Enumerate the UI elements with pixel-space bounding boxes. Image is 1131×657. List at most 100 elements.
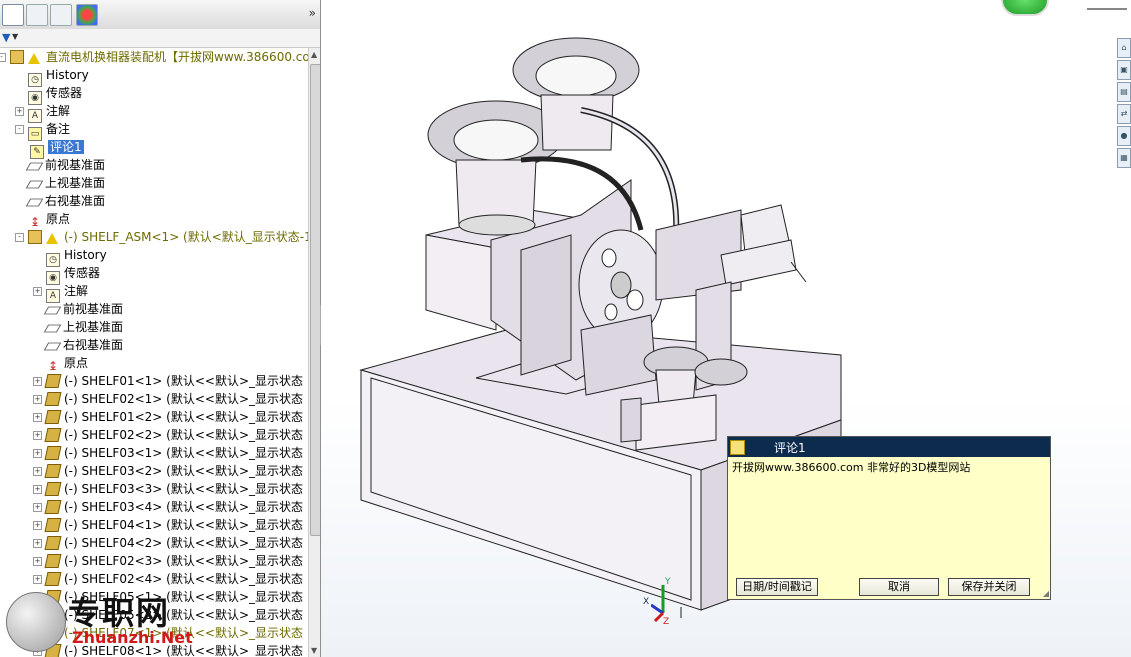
- expand-icon[interactable]: +: [33, 485, 42, 494]
- datetime-stamp-button[interactable]: 日期/时间戳记: [736, 578, 818, 596]
- configuration-manager-icon[interactable]: [50, 4, 72, 26]
- tree-item[interactable]: + (-) SHELF03<4> (默认<<默认>_显示状态 1>): [33, 498, 320, 516]
- panel-expand-icon[interactable]: »: [309, 6, 316, 20]
- tree-item[interactable]: 前视基准面: [43, 300, 123, 318]
- tree-item-label: (-) SHELF02<2> (默认<<默认>_显示状态 1>): [64, 428, 321, 442]
- tree-item[interactable]: + A 注解: [33, 282, 88, 303]
- tree-item-label: (-) SHELF04<1> (默认<<默认>_显示状态 1>): [64, 518, 321, 532]
- tree-item-label: 评论1: [48, 140, 84, 154]
- tree-item[interactable]: ◷ History: [46, 246, 107, 267]
- tree-item[interactable]: + (-) SHELF02<1> (默认<<默认>_显示状态 1>): [33, 390, 320, 408]
- tree-item-label: 前视基准面: [45, 158, 106, 172]
- small-bowl-2-rim: [694, 358, 748, 386]
- expand-icon[interactable]: +: [33, 503, 42, 512]
- warning-icon: [28, 53, 40, 64]
- tree-item[interactable]: 右视基准面: [43, 336, 124, 354]
- tree-item[interactable]: + (-) SHELF02<2> (默认<<默认>_显示状态 1>): [33, 426, 321, 444]
- tree-item[interactable]: ◷ History: [28, 66, 89, 87]
- collapse-icon[interactable]: -: [0, 53, 6, 62]
- feature-tree: - 直流电机换相器装配机【开拔网www.386600.com】 ◷ History ◉ 传…: [0, 48, 320, 657]
- expand-icon[interactable]: +: [33, 449, 42, 458]
- expand-icon[interactable]: +: [33, 539, 42, 548]
- tree-item[interactable]: ↨ 原点: [46, 354, 88, 372]
- stand-post: [620, 397, 642, 443]
- tree-item-label: 右视基准面: [63, 338, 124, 352]
- bowl-left-inner: [453, 119, 539, 161]
- tree-item-label: 上视基准面: [45, 176, 106, 190]
- tree-item-label: 注解: [46, 104, 71, 118]
- tree-item[interactable]: 前视基准面: [25, 156, 106, 174]
- tree-item[interactable]: ✎ 评论1: [30, 138, 84, 159]
- expand-icon[interactable]: +: [33, 467, 42, 476]
- tree-item[interactable]: ◉ 传感器: [46, 264, 101, 285]
- part-icon: [44, 446, 62, 460]
- tree-item[interactable]: + (-) SHELF04<2> (默认<<默认>_显示状态 1>): [33, 534, 321, 552]
- tree-item[interactable]: + (-) SHELF03<1> (默认<<默认>_显示状态 1>): [33, 444, 320, 462]
- tree-item[interactable]: + (-) SHELF01<2> (默认<<默认>_显示状态 1>): [33, 408, 320, 426]
- tree-item[interactable]: - (-) SHELF_ASM<1> (默认<默认_显示状态-1>): [15, 228, 321, 246]
- watermark-logo-icon: [6, 592, 66, 652]
- tree-item[interactable]: + (-) SHELF01<1> (默认<<默认>_显示状态 1>): [33, 372, 320, 390]
- tree-item[interactable]: 右视基准面: [25, 192, 105, 210]
- part-icon: [44, 500, 62, 514]
- expand-icon[interactable]: +: [33, 521, 42, 530]
- tree-item[interactable]: 上视基准面: [43, 318, 123, 336]
- display-manager-icon[interactable]: [76, 4, 98, 26]
- tree-item[interactable]: + (-) SHELF02<3> (默认<<默认>_显示状态 1>): [33, 552, 320, 570]
- expand-icon[interactable]: +: [33, 395, 42, 404]
- expand-icon[interactable]: +: [33, 413, 42, 422]
- tree-item[interactable]: - 直流电机换相器装配机【开拔网www.386600.com】: [0, 48, 321, 66]
- scroll-up-icon[interactable]: ▲: [311, 50, 317, 59]
- plane-icon: [43, 306, 62, 315]
- scroll-down-icon[interactable]: ▼: [311, 646, 317, 655]
- tree-item[interactable]: + (-) SHELF03<3> (默认<<默认>_显示状态 1>): [33, 480, 320, 498]
- tree-item-label: 传感器: [64, 266, 101, 280]
- resize-grip-icon[interactable]: ◢: [1043, 589, 1049, 598]
- triad-axes: Y X Z: [643, 575, 691, 628]
- tree-item-label: (-) SHELF_ASM<1> (默认<默认_显示状态-1>): [64, 230, 321, 244]
- watermark: 专职网 Zhuanzhi.Net: [6, 592, 206, 657]
- tree-item[interactable]: + (-) SHELF03<2> (默认<<默认>_显示状态 1>): [33, 462, 320, 480]
- tree-item[interactable]: ◉ 传感器: [28, 84, 82, 105]
- property-manager-icon[interactable]: [26, 4, 48, 26]
- feature-manager-icon[interactable]: [2, 4, 24, 26]
- expand-icon[interactable]: +: [33, 377, 42, 386]
- x-axis-label: X: [643, 597, 650, 607]
- expand-icon[interactable]: +: [33, 575, 42, 584]
- part-icon: [44, 572, 62, 586]
- expand-icon[interactable]: +: [15, 107, 24, 116]
- tree-scrollbar[interactable]: ▲ ▼: [308, 48, 320, 657]
- tree-item-label: 直流电机换相器装配机【开拔网www.386600.com】: [46, 50, 321, 64]
- feature-manager-panel: » ▼ ▼ - 直流电机换相器装配机【开拔网www.386600.com】 ◷ His…: [0, 0, 321, 657]
- comment-header[interactable]: 评论1: [728, 437, 1050, 457]
- plane-icon: [25, 180, 44, 189]
- expand-icon[interactable]: +: [33, 557, 42, 566]
- save-and-close-button[interactable]: 保存并关闭: [948, 578, 1030, 596]
- comment-text-field[interactable]: 开拔网www.386600.com 非常好的3D模型网站: [732, 459, 970, 475]
- tree-item[interactable]: ↨ 原点: [28, 210, 70, 228]
- tree-item[interactable]: + (-) SHELF04<1> (默认<<默认>_显示状态 1>): [33, 516, 321, 534]
- x-axis-line: [650, 603, 664, 615]
- tree-item[interactable]: + A 注解: [15, 102, 71, 123]
- part-icon: [44, 410, 62, 424]
- expand-icon[interactable]: +: [33, 287, 42, 296]
- expand-icon[interactable]: +: [33, 431, 42, 440]
- plane-icon: [25, 198, 44, 207]
- tree-item[interactable]: - ▭ 备注: [15, 120, 70, 141]
- comment-popup: 评论1 开拔网www.386600.com 非常好的3D模型网站 日期/时间戳记…: [727, 436, 1051, 600]
- part-icon: [44, 554, 62, 568]
- plane-icon: [25, 162, 44, 171]
- cancel-button[interactable]: 取消: [859, 578, 939, 596]
- collapse-icon[interactable]: -: [15, 125, 24, 134]
- axis-triad-icon: [650, 585, 665, 623]
- filter-bar[interactable]: ▼ ▼: [0, 29, 320, 48]
- tree-item[interactable]: + (-) SHELF02<4> (默认<<默认>_显示状态 1>): [33, 570, 321, 588]
- scrollbar-thumb[interactable]: [310, 64, 320, 536]
- collapse-icon[interactable]: -: [15, 233, 24, 242]
- filter-icon[interactable]: ▼: [2, 31, 10, 44]
- chevron-down-icon[interactable]: ▼: [12, 32, 18, 41]
- tree-item-label: (-) SHELF02<4> (默认<<默认>_显示状态 1>): [64, 572, 321, 586]
- tree-item-label: (-) SHELF04<2> (默认<<默认>_显示状态 1>): [64, 536, 321, 550]
- plane-icon: [43, 324, 62, 333]
- tree-item[interactable]: 上视基准面: [25, 174, 106, 192]
